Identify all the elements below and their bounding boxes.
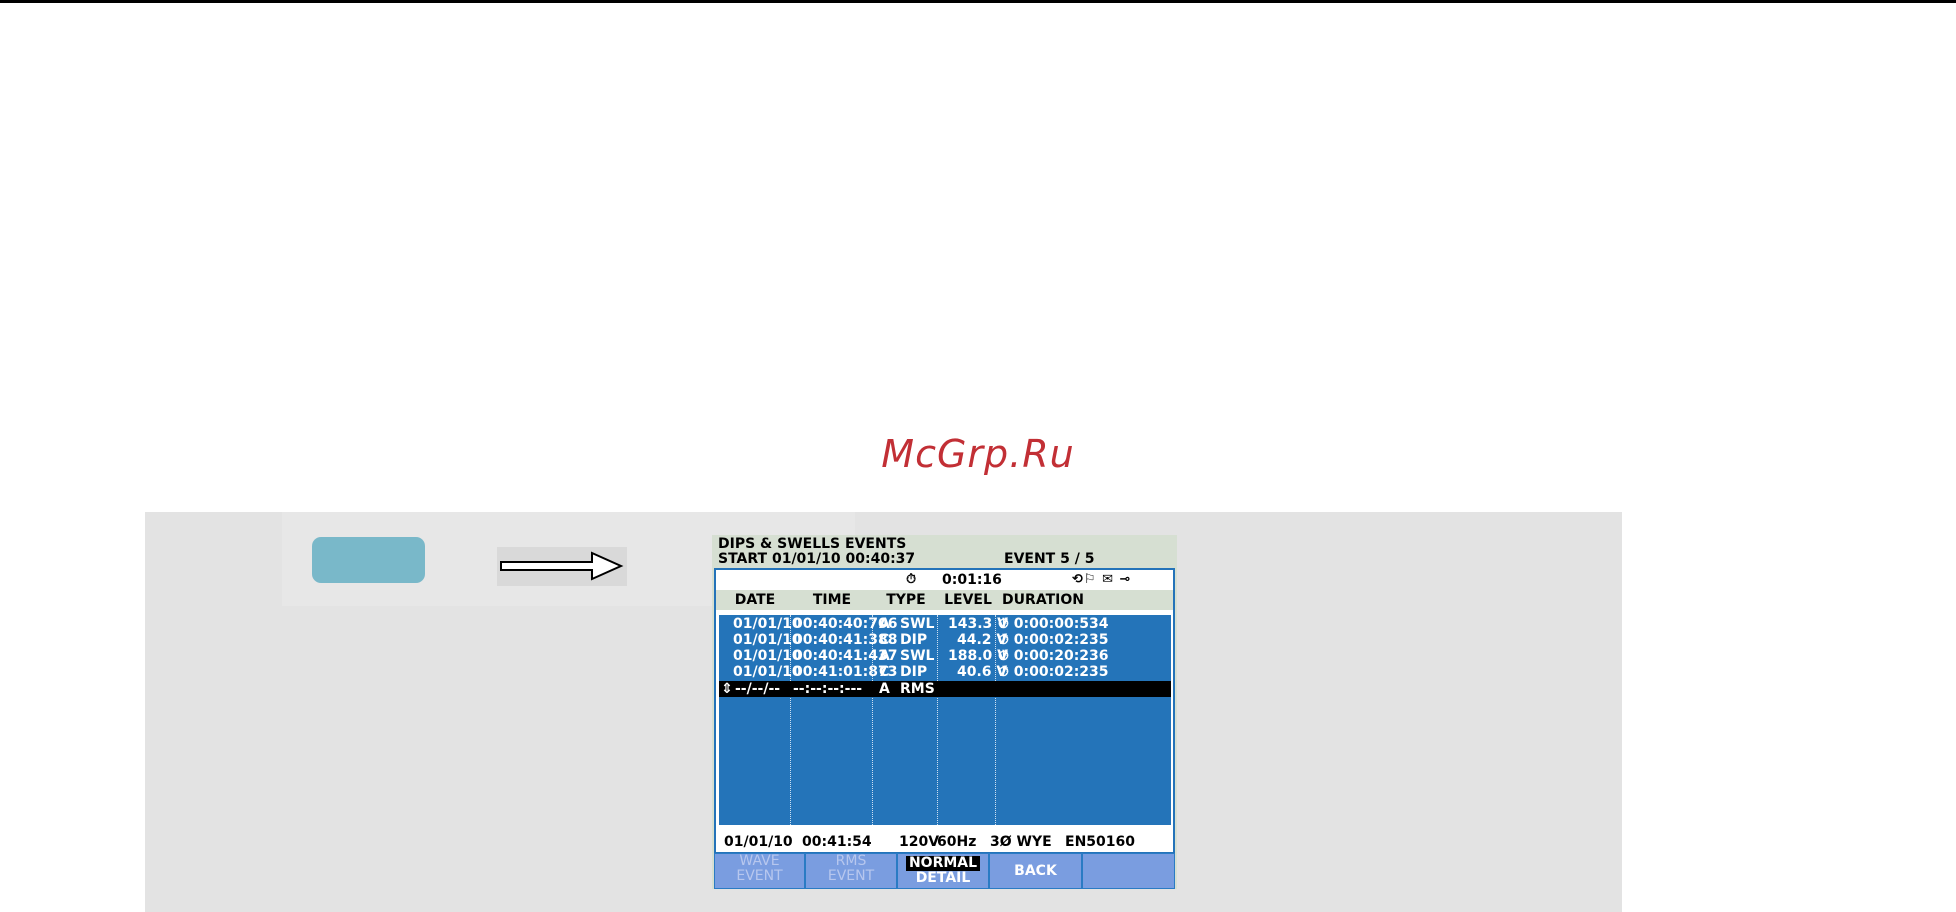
cell-duration: ⏱ 0:00:02:235 <box>998 664 1109 680</box>
cell-duration: ⏱ 0:00:02:235 <box>998 632 1109 648</box>
status-footer: 01/01/10 00:41:54 120V 60Hz 3Ø WYE EN501… <box>716 832 1173 852</box>
softkey-rms-event[interactable]: RMS EVENT <box>806 854 896 888</box>
header-date: DATE <box>734 592 776 608</box>
cell-phase: C <box>879 632 890 648</box>
cell-phase: C <box>879 664 890 680</box>
watermark: McGrp.Ru <box>881 432 1075 476</box>
right-arrow-icon <box>500 551 624 581</box>
timer-value: 0:01:16 <box>942 572 1002 588</box>
event-table-body: 01/01/10 00:40:40:706 A SWL 143.3 V ⏱ 0:… <box>719 615 1171 825</box>
softkey-label: EVENT <box>827 868 875 884</box>
cell-duration: ⏱ 0:00:00:534 <box>998 616 1109 632</box>
softkey-empty[interactable] <box>1083 854 1174 888</box>
cell-time: --:--:--:--- <box>793 681 863 697</box>
cell-type: DIP <box>900 664 928 680</box>
timer-icon: ⏱ <box>906 572 917 587</box>
header-type: TYPE <box>886 592 926 608</box>
footer-voltage: 120V <box>899 834 940 850</box>
cell-phase: A <box>879 616 890 632</box>
footer-time: 00:41:54 <box>802 834 872 850</box>
status-row: ⏱ 0:01:16 ⟲⚐ ✉ ⊸ <box>716 570 1173 590</box>
softkey-label: WAVE <box>739 853 780 869</box>
top-rule <box>0 0 1956 3</box>
screen-title: DIPS & SWELLS EVENTS <box>718 536 907 552</box>
header-level: LEVEL <box>944 592 992 608</box>
meter-screen: DIPS & SWELLS EVENTS START 01/01/10 00:4… <box>712 535 1177 889</box>
softkey-label: DETAIL <box>915 870 971 886</box>
header-duration: DURATION <box>1002 592 1084 608</box>
footer-config: 3Ø WYE <box>990 834 1052 850</box>
footer-frequency: 60Hz <box>937 834 977 850</box>
table-row[interactable]: 01/01/10 00:40:41:388 C DIP 44.2 V ⏱ 0:0… <box>719 632 1171 648</box>
cell-phase: A <box>879 681 890 697</box>
footer-date: 01/01/10 <box>724 834 793 850</box>
cell-type: SWL <box>900 616 935 632</box>
scroll-updown-icon: ⇕ <box>721 681 733 697</box>
screen-body: ⏱ 0:01:16 ⟲⚐ ✉ ⊸ DATE TIME TYPE LEVEL DU… <box>714 568 1175 854</box>
softkey-back[interactable]: BACK <box>990 854 1081 888</box>
cell-date: --/--/-- <box>735 681 781 697</box>
softkey-label: EVENT <box>736 868 783 884</box>
softkey-label: BACK <box>1014 863 1057 879</box>
panel-left-cell <box>145 512 282 606</box>
softkey-label: RMS <box>835 853 867 869</box>
table-row-selected[interactable]: ⇕ --/--/-- --:--:--:--- A RMS <box>719 681 1171 697</box>
cell-date: 01/01/10 <box>733 632 802 648</box>
cell-duration: ⏱ 0:00:20:236 <box>998 648 1109 664</box>
function-key-button[interactable] <box>312 537 425 583</box>
table-header: DATE TIME TYPE LEVEL DURATION <box>716 590 1173 610</box>
event-counter: EVENT 5 / 5 <box>1004 551 1095 567</box>
cell-type: SWL <box>900 648 935 664</box>
softkey-normal-detail[interactable]: NORMAL DETAIL <box>898 854 988 888</box>
header-time: TIME <box>812 592 852 608</box>
footer-standard: EN50160 <box>1065 834 1135 850</box>
softkey-label-active: NORMAL <box>905 856 981 871</box>
cell-date: 01/01/10 <box>733 616 802 632</box>
status-icons: ⟲⚐ ✉ ⊸ <box>1072 572 1132 587</box>
arrow-box <box>497 547 627 586</box>
table-row[interactable]: 01/01/10 00:41:01:873 C DIP 40.6 V ⏱ 0:0… <box>719 664 1171 680</box>
cell-date: 01/01/10 <box>733 664 802 680</box>
cell-type: RMS <box>900 681 935 697</box>
start-time: START 01/01/10 00:40:37 <box>718 551 916 567</box>
cell-phase: A <box>879 648 890 664</box>
softkey-wave-event[interactable]: WAVE EVENT <box>715 854 804 888</box>
table-row[interactable]: 01/01/10 00:40:40:706 A SWL 143.3 V ⏱ 0:… <box>719 616 1171 632</box>
cell-type: DIP <box>900 632 928 648</box>
cell-date: 01/01/10 <box>733 648 802 664</box>
softkey-bar: WAVE EVENT RMS EVENT NORMAL DETAIL BACK <box>714 853 1175 889</box>
table-row[interactable]: 01/01/10 00:40:41:437 A SWL 188.0 V ⏱ 0:… <box>719 648 1171 664</box>
event-table: 01/01/10 00:40:40:706 A SWL 143.3 V ⏱ 0:… <box>716 610 1173 828</box>
